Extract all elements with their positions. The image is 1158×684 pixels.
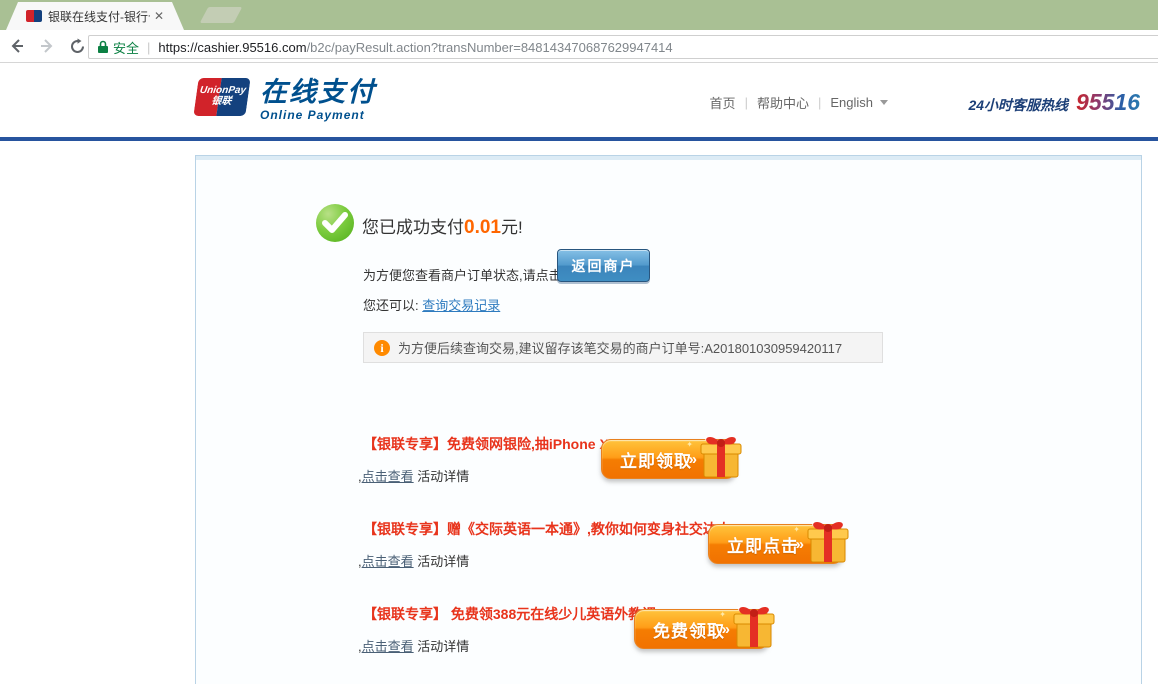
promo-link-suffix: 活动详情 (414, 639, 470, 654)
sparkle-icon: ✦ (686, 440, 693, 449)
site-header: UnionPay 银联 在线支付 Online Payment 首页 | 帮助中… (0, 63, 1158, 137)
browser-tab-bar: 银联在线支付-银行卡综合 ✕ (0, 0, 1158, 30)
panel-top-highlight (196, 156, 1141, 160)
url-host: https://cashier.95516.com (158, 40, 306, 55)
address-bar[interactable]: 安全 | https://cashier.95516.com/b2c/payRe… (88, 35, 1158, 59)
promo-view-link[interactable]: 点击查看 (362, 554, 414, 569)
success-suffix: 元! (501, 218, 523, 237)
order-number-notice: i 为方便后续查询交易,建议留存该笔交易的商户订单号:A201801030959… (363, 332, 883, 363)
logo-card-top-text: UnionPay (196, 85, 250, 96)
promo-claim-button[interactable]: 立即点击 » ✦ ✦ (708, 524, 843, 564)
promo-claim-button[interactable]: 立即领取 » ✦ ✦ (601, 439, 736, 479)
gift-box-icon (695, 429, 747, 486)
header-nav: 首页 | 帮助中心 | English (710, 93, 888, 112)
gift-box-icon (728, 599, 780, 656)
sparkle-icon: ✦ (719, 610, 726, 619)
order-number-text: 为方便后续查询交易,建议留存该笔交易的商户订单号:A20180103095942… (398, 338, 842, 357)
back-button-icon[interactable] (4, 33, 30, 59)
payment-result-panel: 您已成功支付0.01元! 为方便您查看商户订单状态,请点击 返回商户 您还可以:… (195, 155, 1142, 684)
unionpay-card-icon: UnionPay 银联 (193, 78, 250, 116)
sparkle-icon: ✦ (793, 525, 800, 534)
chevron-down-icon[interactable] (880, 100, 888, 105)
return-merchant-button[interactable]: 返回商户 (557, 249, 650, 282)
unionpay-logo[interactable]: UnionPay 银联 在线支付 Online Payment (196, 78, 376, 122)
logo-title: 在线支付 (260, 78, 376, 108)
new-tab-button[interactable] (200, 7, 243, 23)
promo-view-link[interactable]: 点击查看 (362, 639, 414, 654)
logo-subtitle: Online Payment (260, 108, 376, 122)
secure-label[interactable]: 安全 (113, 38, 139, 57)
nav-separator: | (745, 95, 748, 110)
browser-toolbar: 安全 | https://cashier.95516.com/b2c/payRe… (0, 30, 1158, 63)
success-message: 您已成功支付0.01元! (362, 213, 523, 239)
header-divider (0, 137, 1158, 141)
nav-help-link[interactable]: 帮助中心 (757, 93, 809, 112)
unionpay-favicon-icon (26, 10, 42, 22)
secure-lock-icon[interactable] (97, 40, 109, 54)
info-icon: i (374, 340, 390, 356)
payment-amount: 0.01 (464, 217, 501, 238)
promo-detail-line: ,点击查看 活动详情 (358, 636, 469, 655)
hotline: 24小时客服热线 95516 (968, 89, 1140, 116)
gift-box-icon (802, 514, 854, 571)
reload-button-icon[interactable] (64, 33, 90, 59)
promo-title: 【银联专享】免费领网银险,抽iPhone X (363, 434, 609, 454)
promo-detail-line: ,点击查看 活动详情 (358, 551, 469, 570)
forward-button-icon[interactable] (34, 33, 60, 59)
promo-detail-line: ,点击查看 活动详情 (358, 466, 469, 485)
success-prefix: 您已成功支付 (362, 218, 464, 237)
nav-home-link[interactable]: 首页 (710, 93, 736, 112)
promo-link-suffix: 活动详情 (414, 469, 470, 484)
nav-separator: | (818, 95, 821, 110)
promo-claim-button[interactable]: 免费领取 » ✦ ✦ (634, 609, 769, 649)
logo-card-bottom-text: 银联 (195, 96, 249, 107)
tab-title: 银联在线支付-银行卡综合 (48, 8, 150, 25)
promo-view-link[interactable]: 点击查看 (362, 469, 414, 484)
more-options-label: 您还可以: (363, 298, 422, 313)
promo-title: 【银联专享】 免费领388元在线少儿英语外教课 (363, 604, 656, 624)
merchant-status-text: 为方便您查看商户订单状态,请点击 (363, 259, 562, 292)
browser-tab[interactable]: 银联在线支付-银行卡综合 ✕ (6, 2, 184, 30)
promo-title: 【银联专享】赠《交际英语一本通》,教你如何变身社交达人 (363, 519, 731, 539)
more-options-line: 您还可以: 查询交易记录 (363, 295, 500, 314)
tab-close-icon[interactable]: ✕ (154, 9, 164, 23)
hotline-number: 95516 (1076, 89, 1140, 116)
promo-link-suffix: 活动详情 (414, 554, 470, 569)
success-check-icon (316, 204, 354, 242)
omnibox-separator: | (147, 40, 150, 55)
language-selector[interactable]: English (830, 95, 873, 110)
hotline-label: 24小时客服热线 (968, 95, 1068, 115)
query-transactions-link[interactable]: 查询交易记录 (422, 298, 500, 313)
url-path: /b2c/payResult.action?transNumber=848143… (307, 40, 673, 55)
